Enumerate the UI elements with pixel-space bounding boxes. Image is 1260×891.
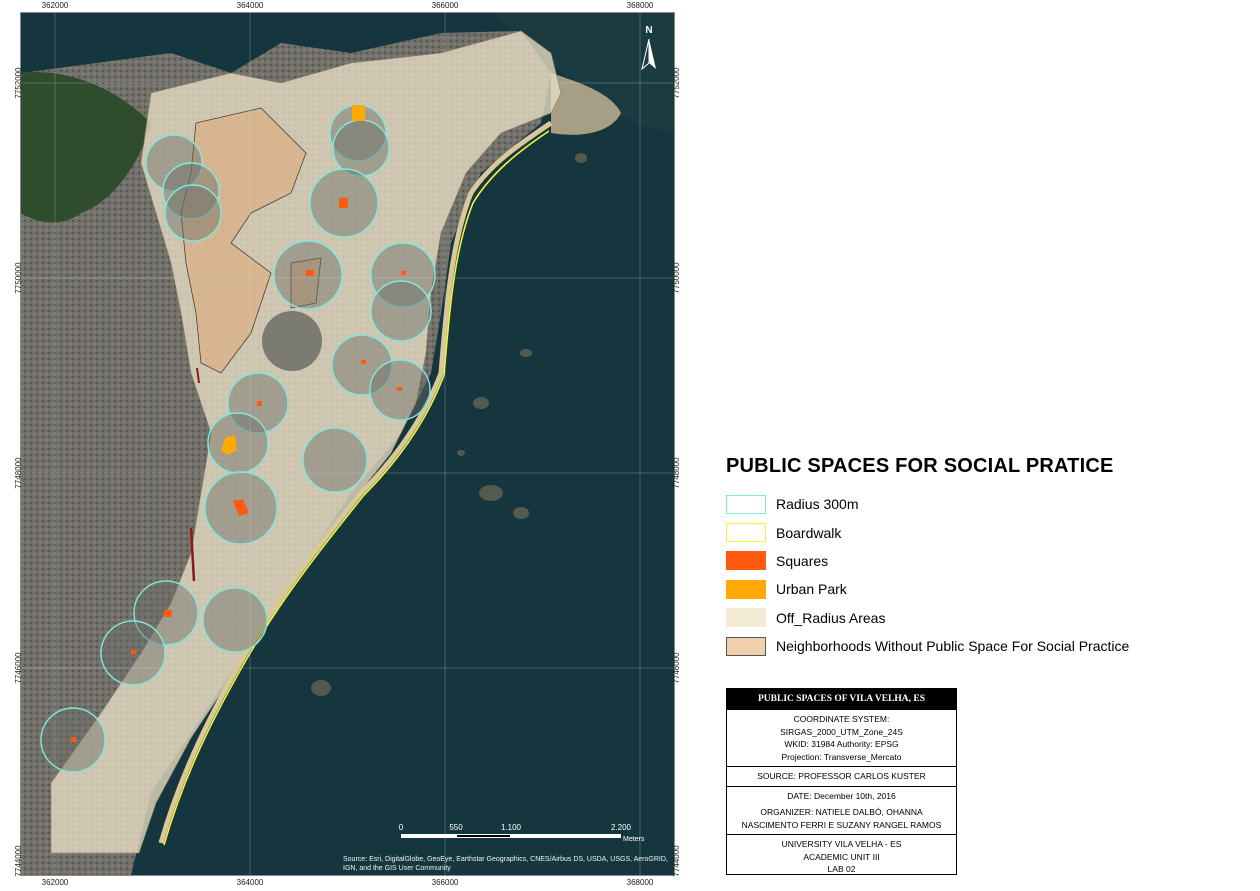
radius-circle [302,427,368,493]
island [513,507,529,519]
legend-item-off-radius: Off_Radius Areas [726,604,1246,632]
legend-swatch [726,523,766,543]
x-tick-label: 364000 [236,878,264,887]
square [164,610,172,617]
coordinate-system-section: COORDINATE SYSTEM: SIRGAS_2000_UTM_Zone_… [727,709,956,766]
info-line: NASCIMENTO FERRI E SUZANY RANGEL RAMOS [741,819,942,830]
y-tick-label: 7748000 [671,457,681,489]
legend-label: Urban Park [776,581,847,598]
legend-label: Radius 300m [776,496,859,513]
date-organizer-section: DATE: December 10th, 2016 ORGANIZER: NAT… [727,785,956,835]
scale-label: 1.100 [500,823,522,832]
info-line: WKID: 31984 Authority: EPSG [784,739,899,749]
info-line: Projection: Transverse_Mercato [781,751,902,762]
y-tick-label: 7752000 [14,67,24,99]
y-tick-label: 7744000 [14,845,24,877]
scale-segment [511,834,621,838]
x-tick-label: 362000 [41,878,69,887]
y-tick-label: 7744000 [671,845,681,877]
map-info-box: PUBLIC SPACES OF VILA VELHA, ES COORDINA… [726,688,957,875]
island [311,680,331,696]
legend-title: PUBLIC SPACES FOR SOCIAL PRATICE [726,455,1114,477]
info-line: ACADEMIC UNIT III [803,851,880,862]
island [457,450,465,456]
urban-park [352,105,365,121]
info-line: DATE: December 10th, 2016 [787,790,896,801]
legend-item-radius: Radius 300m [726,490,1246,518]
scale-label: 2.200 [610,823,632,832]
legend-item-neighborhoods: Neighborhoods Without Public Space For S… [726,632,1246,660]
scale-segment [401,834,456,838]
y-tick-label: 7748000 [14,457,24,489]
info-header: PUBLIC SPACES OF VILA VELHA, ES [727,689,956,709]
square [131,650,136,654]
square [306,270,314,276]
square [361,360,366,364]
legend-swatch [726,636,766,656]
x-tick-label: 366000 [431,1,459,10]
built-area-circle [262,311,322,371]
island [473,397,489,409]
info-line: SOURCE: PROFESSOR CARLOS KUSTER [757,771,926,781]
legend-swatch [726,579,766,599]
square [401,271,406,275]
legend-swatch [726,551,766,571]
scale-label: 0 [398,823,404,832]
university-section: UNIVERSITY VILA VELHA - ES ACADEMIC UNIT… [727,834,956,879]
legend-item-urban-park: Urban Park [726,575,1246,603]
radius-circle [164,184,222,242]
radius-circle [332,119,390,177]
square [339,198,348,208]
radius-circle [202,587,268,653]
legend-item-squares: Squares [726,547,1246,575]
square [397,387,402,391]
info-line: SIRGAS_2000_UTM_Zone_24S [780,726,903,737]
scale-bar: 0 550 1.100 2.200 Meters [398,823,651,851]
x-tick-label: 364000 [236,1,264,10]
y-tick-label: 7746000 [14,652,24,684]
island [479,485,503,501]
info-line: UNIVERSITY VILA VELHA - ES [781,839,902,849]
island [520,349,532,357]
radius-circle [207,412,269,474]
x-tick-label: 366000 [431,878,459,887]
scale-segment [456,834,511,838]
x-tick-label: 368000 [626,1,654,10]
y-tick-label: 7746000 [671,652,681,684]
x-tick-label: 368000 [626,878,654,887]
map-attribution: Source: Esri, DigitalGlobe, GeoEye, Eart… [343,856,668,872]
square [257,401,262,406]
scale-unit: Meters [623,836,645,843]
y-tick-label: 7750000 [671,262,681,294]
island [575,153,587,163]
info-line: ORGANIZER: NATIELE DALBÓ, OHANNA [760,807,923,817]
map-canvas[interactable] [21,13,674,875]
legend-swatch [726,608,766,628]
source-section: SOURCE: PROFESSOR CARLOS KUSTER [727,766,956,786]
info-line: COORDINATE SYSTEM: [793,714,890,724]
x-tick-label: 362000 [41,1,69,10]
legend-label: Boardwalk [776,524,842,541]
legend-item-boardwalk: Boardwalk [726,518,1246,546]
north-arrow-icon: N [636,25,662,73]
info-line: LAB 02 [827,864,856,874]
legend-label: Squares [776,552,829,569]
legend-swatch [726,494,766,514]
legend-label: Neighborhoods Without Public Space For S… [776,638,1130,655]
legend-label: Off_Radius Areas [776,609,886,626]
y-tick-label: 7750000 [14,262,24,294]
y-tick-label: 7752000 [671,67,681,99]
map-frame: 362000 364000 366000 368000 362000 36400… [14,1,681,887]
square [71,737,76,742]
radius-circle [370,280,432,342]
legend: PUBLIC SPACES FOR SOCIAL PRATICE Radius … [726,455,1246,660]
scale-label: 550 [449,823,463,832]
